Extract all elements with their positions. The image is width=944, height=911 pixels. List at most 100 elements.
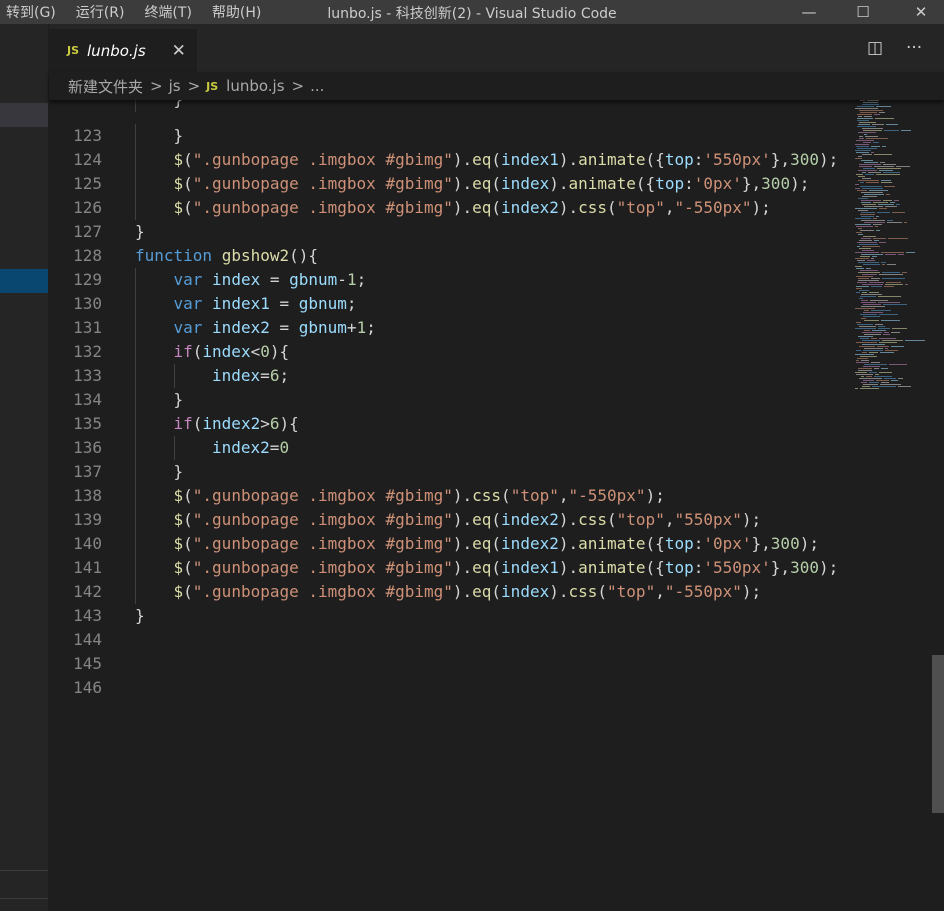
minimap-line — [860, 296, 876, 297]
code-line[interactable]: 141 $(".gunbopage .imgbox #gbimg").eq(ind… — [49, 556, 849, 580]
code-line[interactable]: 138 $(".gunbopage .imgbox #gbimg").css("t… — [49, 484, 849, 508]
line-number: 130 — [73, 294, 102, 313]
scrollbar-thumb[interactable] — [932, 655, 944, 813]
code-text: var index1 = gbnum; — [174, 292, 357, 316]
code-token: index2 — [501, 198, 559, 217]
minimap-line — [857, 114, 872, 115]
code-line[interactable]: 131 var index2 = gbnum+1; — [49, 316, 849, 340]
minimap-line — [855, 328, 876, 329]
code-line[interactable]: 125 $(".gunbopage .imgbox #gbimg").eq(ind… — [49, 172, 849, 196]
line-number: 125 — [73, 174, 102, 193]
code-line[interactable]: 123} — [49, 124, 849, 148]
indent-guide — [135, 124, 136, 148]
code-line[interactable]: 128 function gbshow2(){ — [49, 244, 849, 268]
code-editor[interactable]: 122} 123}124$(".gunbopage .imgbox #gbimg"… — [49, 100, 849, 911]
code-line[interactable]: 137} — [49, 460, 849, 484]
menu-help[interactable]: 帮助(H) — [212, 2, 261, 22]
minimap[interactable] — [849, 100, 931, 911]
code-token: ( — [183, 534, 193, 553]
code-line[interactable]: 134} — [49, 388, 849, 412]
code-line[interactable]: 132 if(index<0){ — [49, 340, 849, 364]
minimap-line — [863, 304, 881, 305]
code-token: top — [664, 534, 694, 553]
code-token: ( — [491, 150, 502, 169]
breadcrumb-more[interactable]: ... — [310, 77, 324, 95]
minimap-line — [861, 202, 871, 203]
indent-guide — [135, 340, 136, 364]
line-number: 126 — [73, 198, 102, 217]
vertical-scrollbar[interactable] — [932, 100, 944, 911]
minimap-line — [879, 242, 886, 243]
tab-lunbo-js[interactable]: JS lunbo.js ✕ — [49, 29, 197, 72]
code-line[interactable]: 142 $(".gunbopage .imgbox #gbimg").eq(ind… — [49, 580, 849, 604]
line-number: 129 — [73, 270, 102, 289]
code-line[interactable]: 136 index2=0 — [49, 436, 849, 460]
code-line[interactable]: 140 $(".gunbopage .imgbox #gbimg").eq(ind… — [49, 532, 849, 556]
line-number: 124 — [73, 150, 102, 169]
code-line[interactable]: 126 $(".gunbopage .imgbox #gbimg").eq(ind… — [49, 196, 849, 220]
minimap-line — [855, 184, 859, 185]
minimap-line — [876, 380, 889, 381]
code-line[interactable]: 146 — [49, 676, 849, 700]
maximize-button[interactable]: ☐ — [840, 0, 886, 24]
code-line[interactable]: 127} — [49, 220, 849, 244]
code-line[interactable]: 139 $(".gunbopage .imgbox #gbimg").eq(ind… — [49, 508, 849, 532]
code-token: index1 — [212, 294, 270, 313]
code-line[interactable]: 129 var index = gbnum-1; — [49, 268, 849, 292]
menu-terminal[interactable]: 终端(T) — [144, 2, 191, 22]
code-token: index — [501, 582, 550, 601]
minimap-line — [883, 334, 890, 335]
minimap-line — [891, 332, 900, 333]
code-line[interactable]: 124 $(".gunbopage .imgbox #gbimg").eq(ind… — [49, 148, 849, 172]
minimap-line — [863, 236, 876, 237]
minimap-line — [879, 372, 892, 373]
code-token: top — [664, 558, 694, 577]
breadcrumb-file[interactable]: lunbo.js — [226, 77, 284, 95]
menu-goto[interactable]: 转到(G) — [6, 2, 56, 22]
minimap-line — [869, 352, 878, 353]
minimap-line — [875, 374, 879, 375]
split-editor-icon[interactable]: ◫ — [867, 38, 883, 58]
minimap-line — [879, 342, 897, 343]
code-token: ({ — [635, 174, 656, 193]
close-window-button[interactable]: ✕ — [898, 0, 944, 24]
sidebar-item-folder[interactable] — [0, 103, 48, 127]
menu-run[interactable]: 运行(R) — [76, 2, 125, 22]
code-line[interactable]: 130 var index1 = gbnum; — [49, 292, 849, 316]
minimap-line — [864, 320, 879, 321]
code-line[interactable]: 143} — [49, 604, 849, 628]
code-text: function gbshow2(){ — [135, 244, 318, 268]
close-tab-icon[interactable]: ✕ — [172, 41, 186, 61]
sidebar-item-selected[interactable] — [0, 269, 48, 293]
code-token: ). — [452, 486, 473, 505]
minimap-line — [855, 354, 874, 355]
minimize-button[interactable]: — — [786, 0, 832, 24]
code-token: ({ — [645, 150, 665, 169]
code-token: : — [693, 558, 704, 577]
indent-guide — [135, 580, 136, 604]
minimap-line — [865, 174, 874, 175]
code-line[interactable]: 144 — [49, 628, 849, 652]
minimap-line — [860, 256, 870, 257]
minimap-line — [870, 300, 888, 301]
code-token: }, — [751, 534, 771, 553]
minimap-line — [906, 252, 915, 253]
code-line[interactable]: 133 index=6; — [49, 364, 849, 388]
code-line[interactable]: 135 if(index2>6){ — [49, 412, 849, 436]
minimap-line — [861, 238, 871, 239]
breadcrumb-js[interactable]: js — [169, 77, 181, 95]
code-token: top — [664, 150, 694, 169]
line-number: 145 — [73, 654, 102, 673]
minimap-line — [872, 386, 896, 387]
minimap-line — [858, 180, 879, 181]
breadcrumb-folder[interactable]: 新建文件夹 — [68, 76, 143, 97]
minimap-line — [855, 388, 858, 389]
code-token: ( — [183, 150, 193, 169]
code-line[interactable]: 145 — [49, 652, 849, 676]
minimap-line — [860, 112, 877, 113]
code-line[interactable]: 122} — [49, 100, 849, 112]
tab-bar: JS lunbo.js ✕ ◫ ··· — [49, 24, 944, 72]
minimap-line — [860, 100, 865, 101]
code-token: "550px" — [674, 510, 742, 529]
more-actions-icon[interactable]: ··· — [906, 38, 922, 58]
